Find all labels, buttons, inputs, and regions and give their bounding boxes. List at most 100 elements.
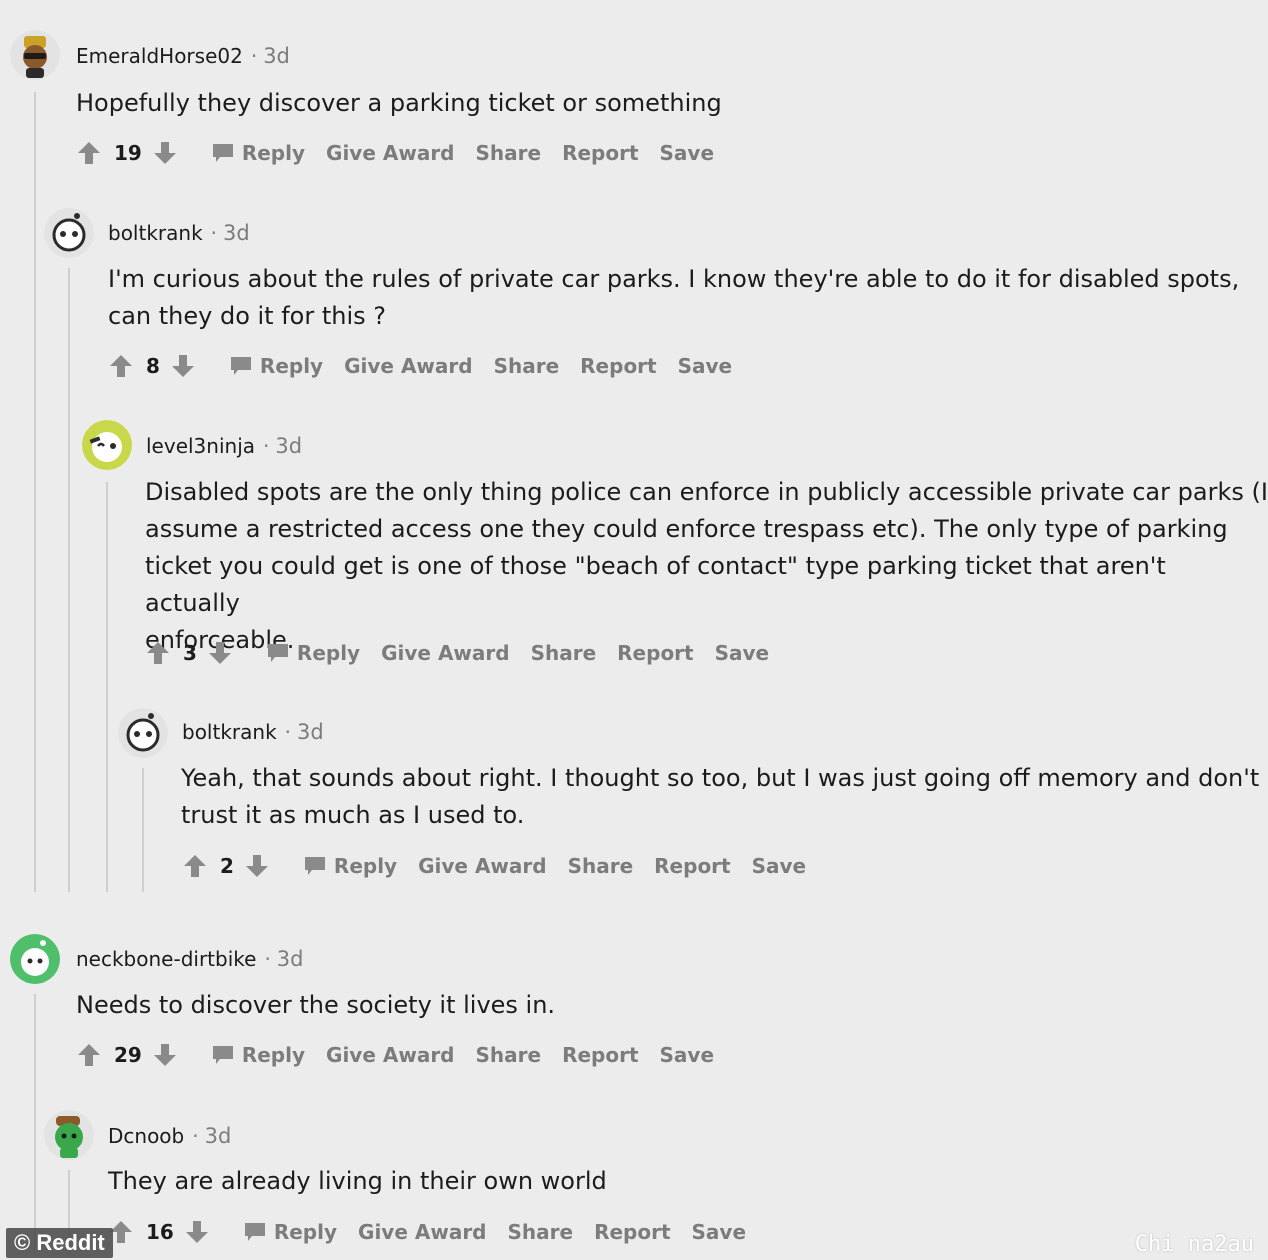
upvote-icon[interactable] <box>108 353 134 379</box>
username[interactable]: Dcnoob <box>108 1124 184 1148</box>
comment-age[interactable]: 3d <box>263 44 290 68</box>
avatar[interactable] <box>10 30 60 80</box>
avatar[interactable] <box>44 1110 94 1160</box>
save-button[interactable]: Save <box>692 1220 747 1244</box>
comment-actions: 16 Reply Give Award Share Report Save <box>108 1219 746 1245</box>
comment-bubble-icon <box>267 644 288 662</box>
avatar[interactable] <box>118 708 168 758</box>
upvote-icon[interactable] <box>76 1042 102 1068</box>
share-button[interactable]: Share <box>476 1043 542 1067</box>
snoo-avatar-icon <box>10 934 60 984</box>
username[interactable]: boltkrank <box>182 720 277 744</box>
snoo-avatar-icon <box>118 708 168 758</box>
give-award-button[interactable]: Give Award <box>418 854 546 878</box>
reply-button[interactable]: Reply <box>244 1220 337 1244</box>
downvote-icon[interactable] <box>170 353 196 379</box>
share-button[interactable]: Share <box>531 641 597 665</box>
give-award-button[interactable]: Give Award <box>344 354 472 378</box>
snoo-avatar-icon <box>10 30 60 80</box>
reply-button[interactable]: Reply <box>212 1043 305 1067</box>
comment-meta: EmeraldHorse02 · 3d <box>76 44 290 68</box>
share-button[interactable]: Share <box>508 1220 574 1244</box>
avatar[interactable] <box>82 420 132 470</box>
reply-label: Reply <box>333 854 398 878</box>
meta-separator: · <box>263 434 270 458</box>
vote-score: 3 <box>183 641 197 665</box>
meta-separator: · <box>192 1124 199 1148</box>
thread-line[interactable] <box>106 482 108 892</box>
upvote-icon[interactable] <box>182 853 208 879</box>
thread-line[interactable] <box>68 268 70 892</box>
downvote-icon[interactable] <box>152 140 178 166</box>
reply-button[interactable]: Reply <box>212 141 305 165</box>
comment-bubble-icon <box>212 1046 233 1064</box>
meta-separator: · <box>264 947 271 971</box>
avatar[interactable] <box>44 208 94 258</box>
downvote-icon[interactable] <box>152 1042 178 1068</box>
reply-label: Reply <box>259 354 324 378</box>
report-button[interactable]: Report <box>580 354 656 378</box>
username[interactable]: boltkrank <box>108 221 203 245</box>
comment-age[interactable]: 3d <box>297 720 324 744</box>
reddit-watermark: © Reddit <box>6 1228 113 1258</box>
comment-body: Needs to discover the society it lives i… <box>76 991 556 1019</box>
username[interactable]: level3ninja <box>146 434 255 458</box>
save-button[interactable]: Save <box>660 141 715 165</box>
give-award-button[interactable]: Give Award <box>381 641 509 665</box>
meta-separator: · <box>210 221 218 245</box>
username[interactable]: neckbone-dirtbike <box>76 947 256 971</box>
share-button[interactable]: Share <box>476 141 542 165</box>
avatar[interactable] <box>10 934 60 984</box>
comment-actions: 2 Reply Give Award Share Report Save <box>182 853 806 879</box>
snoo-avatar-icon <box>82 420 132 470</box>
reply-button[interactable]: Reply <box>267 641 360 665</box>
give-award-button[interactable]: Give Award <box>358 1220 486 1244</box>
save-button[interactable]: Save <box>660 1043 715 1067</box>
comment-age[interactable]: 3d <box>205 1124 232 1148</box>
share-button[interactable]: Share <box>568 854 634 878</box>
save-button[interactable]: Save <box>752 854 807 878</box>
downvote-icon[interactable] <box>184 1219 210 1245</box>
reply-button[interactable]: Reply <box>304 854 397 878</box>
upvote-icon[interactable] <box>145 640 171 666</box>
give-award-button[interactable]: Give Award <box>326 141 454 165</box>
comment-actions: 19 Reply Give Award Share Report Save <box>76 140 714 166</box>
snoo-avatar-icon <box>44 208 94 258</box>
report-button[interactable]: Report <box>562 141 638 165</box>
reply-label: Reply <box>241 1043 306 1067</box>
report-button[interactable]: Report <box>654 854 730 878</box>
downvote-icon[interactable] <box>244 853 270 879</box>
thread-line[interactable] <box>34 92 36 892</box>
comment-actions: 29 Reply Give Award Share Report Save <box>76 1042 714 1068</box>
report-button[interactable]: Report <box>562 1043 638 1067</box>
comment-actions: 8 Reply Give Award Share Report Save <box>108 353 732 379</box>
comment-meta: boltkrank · 3d <box>182 720 324 744</box>
comment-bubble-icon <box>212 144 233 162</box>
comment-body: Hopefully they discover a parking ticket… <box>76 89 722 117</box>
downvote-icon[interactable] <box>207 640 233 666</box>
comment-age[interactable]: 3d <box>277 947 304 971</box>
save-button[interactable]: Save <box>715 641 770 665</box>
meta-separator: · <box>284 720 292 744</box>
thread-line[interactable] <box>142 768 144 892</box>
thread-line[interactable] <box>34 994 36 1254</box>
vote-score: 29 <box>114 1043 142 1067</box>
upvote-icon[interactable] <box>76 140 102 166</box>
give-award-button[interactable]: Give Award <box>326 1043 454 1067</box>
comment-actions: 3 Reply Give Award Share Report Save <box>145 640 769 666</box>
comment-age[interactable]: 3d <box>275 434 302 458</box>
username[interactable]: EmeraldHorse02 <box>76 44 243 68</box>
save-button[interactable]: Save <box>678 354 733 378</box>
vote-score: 19 <box>114 141 142 165</box>
comment-bubble-icon <box>244 1223 265 1241</box>
reply-label: Reply <box>241 141 306 165</box>
reply-label: Reply <box>296 641 361 665</box>
report-button[interactable]: Report <box>594 1220 670 1244</box>
comment-body: I'm curious about the rules of private c… <box>108 265 1240 330</box>
report-button[interactable]: Report <box>617 641 693 665</box>
reply-button[interactable]: Reply <box>230 354 323 378</box>
vote-score: 8 <box>146 354 160 378</box>
share-button[interactable]: Share <box>494 354 560 378</box>
comment-body: Yeah, that sounds about right. I thought… <box>181 764 1260 829</box>
comment-age[interactable]: 3d <box>223 221 250 245</box>
